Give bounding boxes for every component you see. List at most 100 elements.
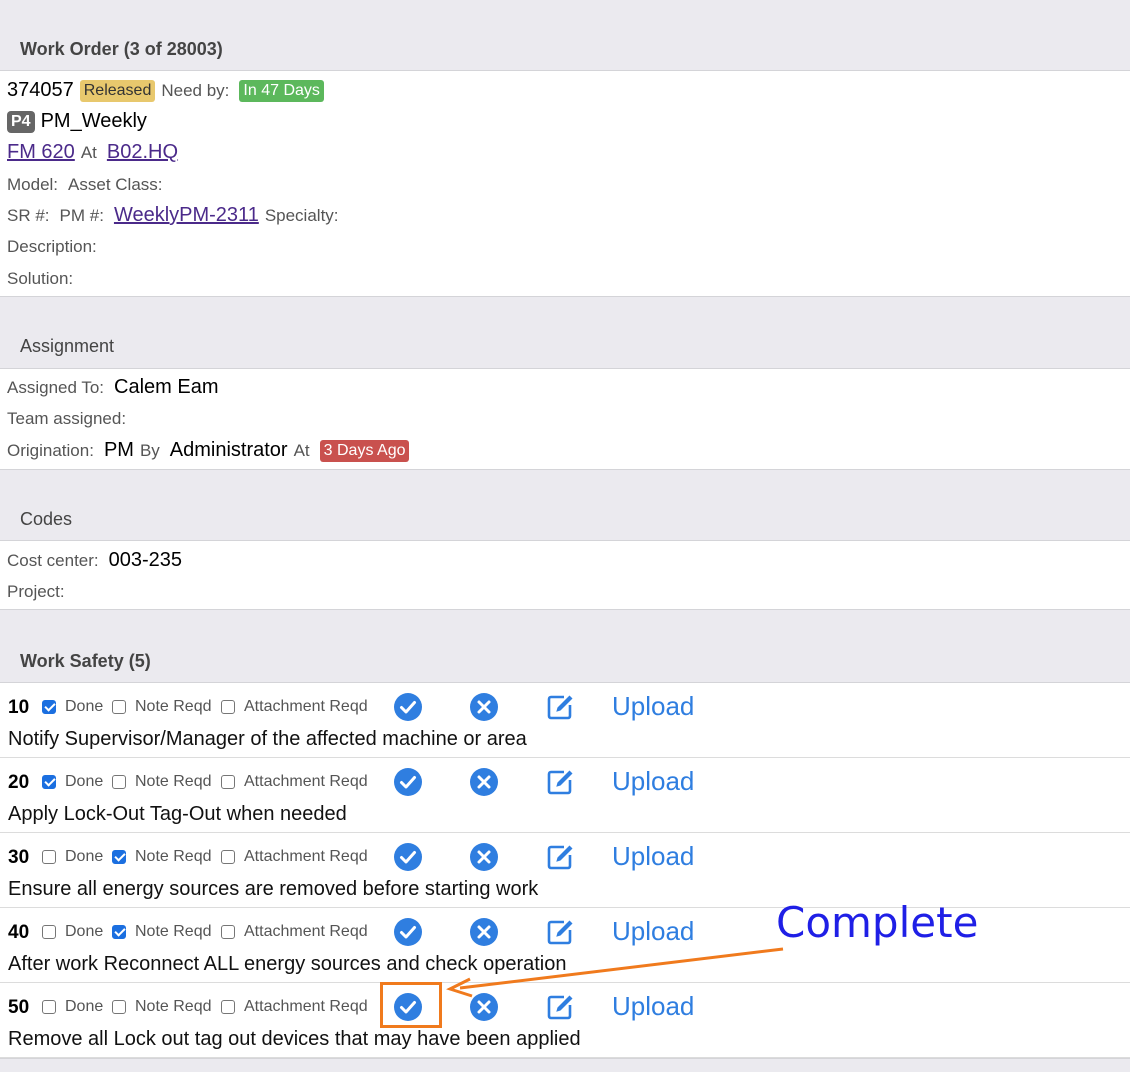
safety-description: Remove all Lock out tag out devices that… — [8, 1028, 581, 1050]
edit-icon[interactable] — [545, 767, 575, 797]
safety-seq: 20 — [8, 772, 30, 793]
asset-class-label: Asset Class: — [68, 175, 163, 194]
assigned-to-value: Calem Eam — [114, 376, 219, 398]
done-checkbox[interactable] — [42, 700, 56, 714]
attachment-reqd-label: Attachment Reqd — [244, 923, 368, 940]
safety-item: 50 Done Note Reqd Attachment Reqd Upload Remo… — [0, 983, 1130, 1058]
complete-check-icon[interactable] — [393, 917, 423, 947]
note-reqd-checkbox[interactable] — [112, 850, 126, 864]
note-reqd-label: Note Reqd — [135, 698, 212, 715]
upload-link[interactable]: Upload — [612, 691, 694, 722]
cancel-x-icon[interactable] — [469, 842, 499, 872]
description-label: Description: — [7, 237, 97, 256]
need-by-label: Need by: — [161, 80, 230, 100]
origination-time-badge: 3 Days Ago — [319, 439, 410, 462]
solution-label: Solution: — [7, 269, 74, 288]
safety-description: Notify Supervisor/Manager of the affecte… — [8, 728, 527, 750]
team-label: Team assigned: — [7, 409, 127, 428]
project-label: Project: — [7, 582, 65, 601]
done-checkbox[interactable] — [42, 850, 56, 864]
priority-badge: P4 — [7, 110, 35, 133]
attachment-reqd-checkbox[interactable] — [221, 1000, 235, 1014]
wo-number: 374057 — [7, 79, 74, 101]
done-label: Done — [65, 698, 104, 715]
done-label: Done — [65, 998, 104, 1015]
safety-seq: 30 — [8, 847, 30, 868]
safety-title: Work Safety (5) — [20, 651, 151, 671]
work-order-panel: 374057 Released Need by: In 47 Days P4 P… — [0, 70, 1130, 297]
complete-check-icon[interactable] — [393, 692, 423, 722]
need-by-badge: In 47 Days — [239, 79, 324, 102]
codes-panel: Cost center: 003-235 Project: — [0, 540, 1130, 610]
attachment-reqd-checkbox[interactable] — [221, 700, 235, 714]
assignment-panel: Assigned To: Calem Eam Team assigned: Or… — [0, 368, 1130, 470]
attachment-reqd-checkbox[interactable] — [221, 925, 235, 939]
safety-panel: 10 Done Note Reqd Attachment Reqd Upload Noti… — [0, 682, 1130, 1059]
cancel-x-icon[interactable] — [469, 992, 499, 1022]
cancel-x-icon[interactable] — [469, 767, 499, 797]
safety-seq: 10 — [8, 697, 30, 718]
specialty-label: Specialty: — [264, 205, 339, 225]
attachment-reqd-checkbox[interactable] — [221, 850, 235, 864]
edit-icon[interactable] — [545, 917, 575, 947]
safety-seq: 40 — [8, 922, 30, 943]
attachment-reqd-label: Attachment Reqd — [244, 773, 368, 790]
at-label: At — [293, 440, 310, 460]
done-label: Done — [65, 923, 104, 940]
edit-icon[interactable] — [545, 842, 575, 872]
attachment-reqd-label: Attachment Reqd — [244, 998, 368, 1015]
annotation-highlight-box — [380, 982, 442, 1028]
note-reqd-checkbox[interactable] — [112, 1000, 126, 1014]
done-label: Done — [65, 773, 104, 790]
codes-title: Codes — [20, 509, 73, 529]
safety-item: 30 Done Note Reqd Attachment Reqd Upload Ensu… — [0, 833, 1130, 908]
sr-label: SR #: — [7, 205, 50, 225]
asset-link[interactable]: FM 620 — [7, 141, 75, 164]
upload-link[interactable]: Upload — [612, 991, 694, 1022]
safety-description: Ensure all energy sources are removed be… — [8, 878, 539, 900]
note-reqd-label: Note Reqd — [135, 848, 212, 865]
location-link[interactable]: B02.HQ — [107, 141, 178, 164]
safety-description: Apply Lock-Out Tag-Out when needed — [8, 803, 347, 825]
work-order-title: Work Order (3 of 28003) — [20, 39, 223, 59]
done-checkbox[interactable] — [42, 1000, 56, 1014]
note-reqd-label: Note Reqd — [135, 923, 212, 940]
attachment-reqd-checkbox[interactable] — [221, 775, 235, 789]
safety-item: 20 Done Note Reqd Attachment Reqd Upload Appl… — [0, 758, 1130, 833]
wo-name: PM_Weekly — [40, 110, 147, 132]
cost-center-value: 003-235 — [108, 549, 183, 571]
assigned-to-label: Assigned To: — [7, 377, 105, 397]
annotation-label: Complete — [776, 898, 979, 947]
at-label: At — [80, 142, 97, 162]
attachment-reqd-label: Attachment Reqd — [244, 848, 368, 865]
note-reqd-checkbox[interactable] — [112, 775, 126, 789]
safety-description: After work Reconnect ALL energy sources … — [8, 953, 567, 975]
by-label: By — [139, 440, 160, 460]
complete-check-icon[interactable] — [393, 767, 423, 797]
done-checkbox[interactable] — [42, 925, 56, 939]
origination-label: Origination: — [7, 440, 94, 460]
complete-check-icon[interactable] — [393, 842, 423, 872]
edit-icon[interactable] — [545, 992, 575, 1022]
done-checkbox[interactable] — [42, 775, 56, 789]
safety-item: 10 Done Note Reqd Attachment Reqd Upload Noti… — [0, 683, 1130, 758]
origination-value: PM — [103, 439, 134, 461]
cancel-x-icon[interactable] — [469, 692, 499, 722]
edit-icon[interactable] — [545, 692, 575, 722]
done-label: Done — [65, 848, 104, 865]
pm-label: PM #: — [59, 205, 104, 225]
safety-seq: 50 — [8, 997, 30, 1018]
note-reqd-checkbox[interactable] — [112, 925, 126, 939]
model-label: Model: — [7, 175, 59, 194]
cancel-x-icon[interactable] — [469, 917, 499, 947]
status-badge: Released — [79, 79, 156, 102]
upload-link[interactable]: Upload — [612, 916, 694, 947]
assignment-title: Assignment — [20, 336, 115, 356]
note-reqd-checkbox[interactable] — [112, 700, 126, 714]
pm-link[interactable]: WeeklyPM-2311 — [114, 204, 259, 227]
attachment-reqd-label: Attachment Reqd — [244, 698, 368, 715]
note-reqd-label: Note Reqd — [135, 998, 212, 1015]
note-reqd-label: Note Reqd — [135, 773, 212, 790]
upload-link[interactable]: Upload — [612, 766, 694, 797]
upload-link[interactable]: Upload — [612, 841, 694, 872]
